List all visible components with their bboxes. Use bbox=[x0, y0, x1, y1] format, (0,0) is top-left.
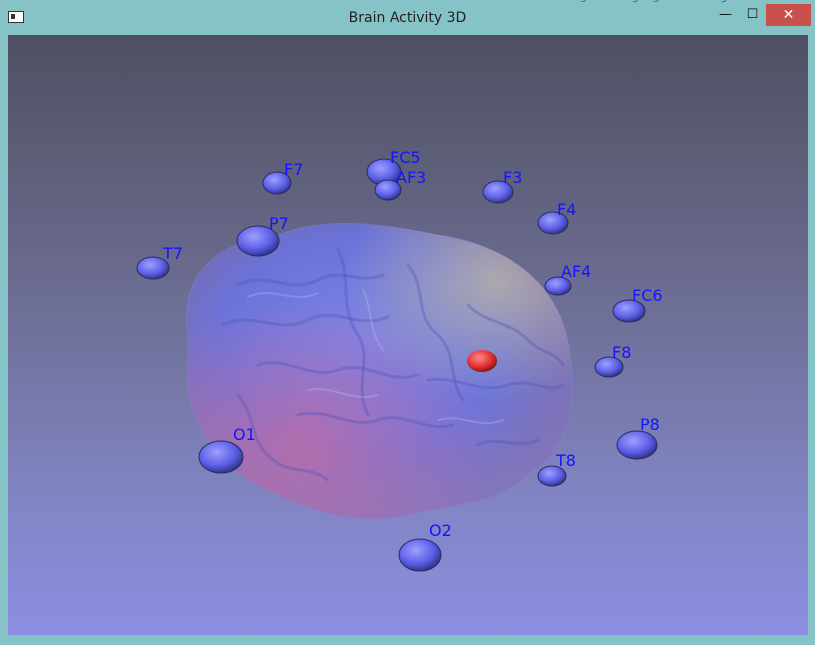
minimize-button[interactable]: — bbox=[712, 4, 739, 26]
electrode-sphere-p8 bbox=[616, 430, 658, 460]
close-button[interactable]: ✕ bbox=[766, 4, 811, 26]
electrode-sphere-o2 bbox=[398, 538, 442, 572]
electrode-sphere-o1 bbox=[198, 440, 244, 474]
electrode-label-af3: AF3 bbox=[396, 168, 427, 187]
app-window: FileEditSearchViewEncodingLanguageSettin… bbox=[0, 0, 815, 645]
electrode-label-f3: F3 bbox=[503, 168, 523, 187]
electrode-label-f8: F8 bbox=[612, 343, 632, 362]
electrode-label-o2: O2 bbox=[429, 521, 452, 540]
electrode-label-f7: F7 bbox=[284, 160, 304, 179]
brain-model bbox=[186, 223, 573, 520]
active-region-marker bbox=[467, 350, 497, 372]
3d-viewport[interactable]: F7 FC5 AF3 F3 F4 P7 T7 AF4 FC6 F8 O1 P8 T8 O2 bbox=[8, 35, 808, 635]
window-title: Brain Activity 3D bbox=[348, 10, 467, 26]
electrode-label-t8: T8 bbox=[556, 451, 576, 470]
electrode-label-f4: F4 bbox=[557, 200, 577, 219]
maximize-button[interactable]: ☐ bbox=[739, 4, 766, 26]
electrode-label-t7: T7 bbox=[163, 244, 183, 263]
electrode-label-o1: O1 bbox=[233, 425, 256, 444]
brain-scene bbox=[136, 158, 658, 572]
electrode-label-fc5: FC5 bbox=[390, 148, 421, 167]
title-bar[interactable]: Brain Activity 3D — ☐ ✕ bbox=[0, 0, 815, 35]
electrode-label-p8: P8 bbox=[640, 415, 660, 434]
electrode-label-af4: AF4 bbox=[561, 262, 592, 281]
electrode-label-fc6: FC6 bbox=[632, 286, 663, 305]
electrode-label-p7: P7 bbox=[269, 214, 289, 233]
